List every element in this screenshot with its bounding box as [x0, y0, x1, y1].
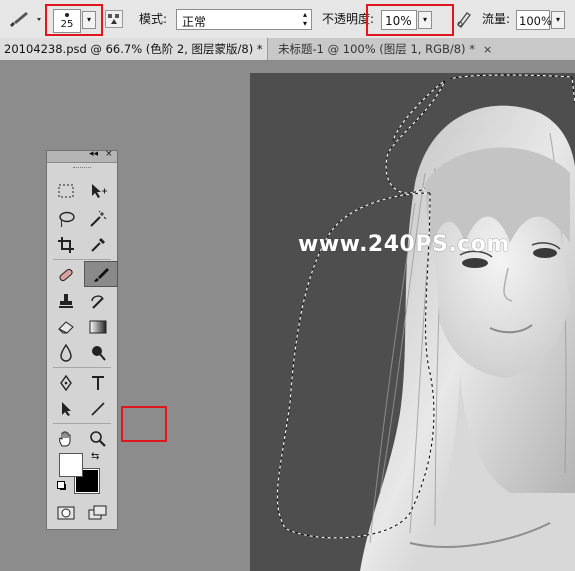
- bandage-icon: [59, 268, 73, 282]
- quick-mask-button[interactable]: [53, 501, 79, 525]
- pen-pressure-icon: [457, 12, 471, 28]
- brush-icon: [10, 12, 41, 27]
- flow-dropdown-button[interactable]: ▾: [551, 11, 565, 29]
- rect-marquee-icon: [58, 184, 74, 198]
- separator: [53, 423, 111, 424]
- brush-icon: [94, 268, 109, 282]
- healing-brush-tool[interactable]: [53, 263, 79, 287]
- line-icon: [91, 402, 105, 416]
- blur-drop-icon: [60, 344, 72, 362]
- document-tab-2[interactable]: 未标题-1 @ 100% (图层 1, RGB/8) * ×: [274, 38, 574, 60]
- watermark-text: www.240PS.com: [298, 232, 510, 257]
- gradient-tool[interactable]: [85, 315, 111, 339]
- brush-size-dropdown-button[interactable]: ▾: [82, 11, 96, 29]
- tools-panel: ◂◂ × ⇆: [46, 149, 167, 530]
- chevron-updown-icon: ▴ ▾: [302, 10, 307, 28]
- stamp-icon: [59, 294, 73, 308]
- eyedropper-icon: [91, 238, 105, 252]
- tool-preset-picker[interactable]: [6, 9, 42, 29]
- hand-tool[interactable]: [53, 427, 79, 451]
- crop-tool[interactable]: [53, 233, 79, 257]
- crop-icon: [58, 237, 74, 253]
- swap-colors-icon[interactable]: ⇆: [91, 451, 99, 462]
- screen-mode-icon: [88, 505, 107, 520]
- eyedropper-tool[interactable]: [85, 233, 111, 257]
- hand-icon: [59, 431, 71, 447]
- opacity-input[interactable]: 10%: [381, 10, 417, 30]
- rect-marquee-tool[interactable]: [53, 179, 79, 203]
- clone-stamp-tool[interactable]: [53, 289, 79, 313]
- eraser-tool[interactable]: [53, 315, 79, 339]
- magic-wand-tool[interactable]: [85, 207, 111, 231]
- options-bar: 25 ▾ 模式: 正常 ▴ ▾ 不透明度: 10% ▾ 流量: 100% ▾: [0, 0, 575, 39]
- history-brush-tool[interactable]: [85, 289, 111, 313]
- pen-icon: [60, 375, 72, 391]
- zoom-icon: [90, 431, 106, 447]
- history-brush-icon: [91, 295, 104, 309]
- close-icon[interactable]: ×: [483, 39, 492, 60]
- opacity-dropdown-button[interactable]: ▾: [418, 11, 432, 29]
- pen-tool[interactable]: [53, 371, 79, 395]
- brush-tool-highlight: [121, 406, 167, 442]
- flow-value: 100%: [519, 14, 552, 28]
- brush-panel-toggle[interactable]: [105, 10, 123, 28]
- dodge-tool[interactable]: [85, 341, 111, 365]
- mode-select-value: 正常: [182, 15, 207, 29]
- brush-tip-dot: [65, 13, 69, 17]
- quick-mask-icon: [57, 506, 75, 520]
- type-tool[interactable]: [85, 371, 111, 395]
- opacity-value: 10%: [385, 14, 412, 28]
- gradient-icon: [89, 320, 107, 334]
- zoom-tool[interactable]: [85, 427, 111, 451]
- collapse-icon[interactable]: ◂◂: [89, 149, 98, 159]
- photo-image: [276, 74, 575, 571]
- mode-label: 模式:: [139, 12, 168, 26]
- brush-size-picker[interactable]: 25: [53, 9, 81, 33]
- lasso-tool[interactable]: [53, 207, 79, 231]
- move-icon: [92, 184, 107, 198]
- foreground-color-swatch[interactable]: [59, 453, 83, 477]
- tab-title: 20104238.psd @ 66.7% (色阶 2, 图层蒙版/8) *: [4, 42, 263, 56]
- eraser-icon: [58, 321, 74, 334]
- path-selection-tool[interactable]: [53, 397, 79, 421]
- move-tool[interactable]: [85, 179, 111, 203]
- brush-size-value: 25: [60, 19, 74, 30]
- screen-mode-button[interactable]: [85, 501, 111, 525]
- document-tab-1[interactable]: 20104238.psd @ 66.7% (色阶 2, 图层蒙版/8) *×: [0, 38, 268, 60]
- panel-grip[interactable]: [73, 167, 91, 171]
- document-tab-bar: 20104238.psd @ 66.7% (色阶 2, 图层蒙版/8) *× 未…: [0, 38, 575, 61]
- default-colors-icon[interactable]: [57, 481, 67, 491]
- tab-title: 未标题-1 @ 100% (图层 1, RGB/8) *: [278, 42, 475, 56]
- pressure-opacity-toggle[interactable]: [455, 10, 473, 28]
- brush-tool[interactable]: [84, 261, 118, 287]
- blur-tool[interactable]: [53, 341, 79, 365]
- document-canvas[interactable]: [250, 73, 575, 571]
- line-tool[interactable]: [85, 397, 111, 421]
- type-icon: [92, 376, 104, 390]
- flow-input[interactable]: 100%: [516, 10, 552, 30]
- lasso-icon: [59, 211, 75, 227]
- magic-wand-icon: [90, 211, 107, 227]
- separator: [53, 259, 111, 260]
- dodge-icon: [92, 346, 106, 361]
- path-select-arrow-icon: [62, 402, 71, 416]
- mode-select[interactable]: 正常 ▴ ▾: [176, 9, 312, 30]
- separator: [53, 367, 111, 368]
- brush-panel-icon: [108, 14, 119, 24]
- tools-panel-header[interactable]: ◂◂ ×: [47, 149, 117, 163]
- close-icon[interactable]: ×: [105, 149, 113, 159]
- flow-label: 流量:: [482, 12, 511, 26]
